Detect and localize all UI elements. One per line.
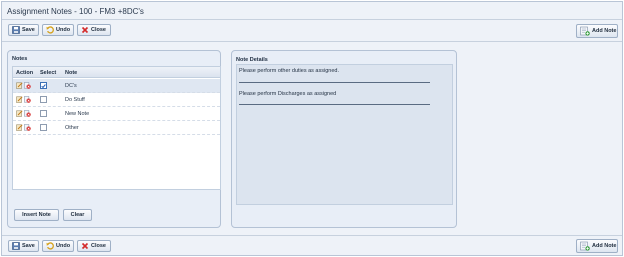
title-divider [2, 19, 622, 20]
note-row[interactable]: Do Stuff [13, 93, 220, 107]
save-icon [12, 26, 20, 34]
detail-line: Please perform Discharges as assigned [239, 91, 337, 97]
note-name: Other [65, 125, 79, 131]
detail-line: Please perform other duties as assigned. [239, 68, 339, 74]
note-row[interactable]: Other [13, 121, 220, 135]
add-note-label: Add Note [592, 243, 617, 249]
close-label: Close [91, 243, 106, 249]
save-button-top[interactable]: Save [8, 24, 39, 36]
add-note-label: Add Note [592, 28, 617, 34]
edit-icon[interactable] [16, 96, 23, 103]
close-button-top[interactable]: Close [77, 24, 111, 36]
note-name: DC's [65, 83, 77, 89]
undo-label: Undo [56, 27, 71, 33]
note-name: New Note [65, 111, 90, 117]
edit-icon[interactable] [16, 110, 23, 117]
insert-note-button[interactable]: Insert Note [14, 209, 59, 221]
add-note-icon [580, 241, 590, 251]
note-row[interactable]: DC's [13, 79, 220, 93]
detail-separator [239, 104, 430, 105]
note-details-text[interactable]: Please perform other duties as assigned.… [236, 64, 453, 205]
delete-icon[interactable] [24, 124, 31, 131]
undo-icon [46, 242, 54, 250]
toolbar-divider-bottom [2, 235, 622, 236]
clear-button[interactable]: Clear [63, 209, 92, 221]
window-title: Assignment Notes - 100 - FM3 +8DC's [7, 7, 144, 16]
detail-separator [239, 82, 430, 83]
row-select-checkbox[interactable] [40, 124, 47, 131]
note-name: Do Stuff [65, 97, 85, 103]
notes-grid: Action Select Note DC's Do Stuff New Not… [12, 66, 221, 190]
undo-icon [46, 26, 54, 34]
save-icon [12, 242, 20, 250]
close-icon [81, 242, 89, 250]
close-button-bottom[interactable]: Close [77, 240, 111, 252]
toolbar-divider-top [2, 41, 622, 42]
add-note-button-top[interactable]: Add Note [576, 24, 618, 38]
delete-icon[interactable] [24, 96, 31, 103]
row-select-checkbox[interactable] [40, 110, 47, 117]
note-details-title: Note Details [236, 57, 268, 63]
notes-panel: Notes Action Select Note DC's Do Stuff N… [7, 50, 221, 228]
add-note-button-bottom[interactable]: Add Note [576, 239, 618, 253]
undo-button-top[interactable]: Undo [42, 24, 74, 36]
notes-grid-header: Action Select Note [13, 67, 220, 78]
delete-icon[interactable] [24, 110, 31, 117]
undo-label: Undo [56, 243, 71, 249]
undo-button-bottom[interactable]: Undo [42, 240, 74, 252]
edit-icon[interactable] [16, 82, 23, 89]
notes-panel-title: Notes [12, 56, 28, 62]
column-note[interactable]: Note [65, 70, 77, 76]
check-icon [41, 83, 46, 88]
note-row[interactable]: New Note [13, 107, 220, 121]
save-label: Save [22, 27, 35, 33]
row-select-checkbox[interactable] [40, 82, 47, 89]
edit-icon[interactable] [16, 124, 23, 131]
delete-icon[interactable] [24, 82, 31, 89]
row-select-checkbox[interactable] [40, 96, 47, 103]
column-action[interactable]: Action [16, 70, 33, 76]
save-label: Save [22, 243, 35, 249]
close-icon [81, 26, 89, 34]
add-note-icon [580, 26, 590, 36]
close-label: Close [91, 27, 106, 33]
assignment-notes-window: Assignment Notes - 100 - FM3 +8DC's Save… [1, 1, 623, 256]
note-details-panel: Note Details Please perform other duties… [231, 50, 457, 228]
column-select[interactable]: Select [40, 70, 56, 76]
save-button-bottom[interactable]: Save [8, 240, 39, 252]
